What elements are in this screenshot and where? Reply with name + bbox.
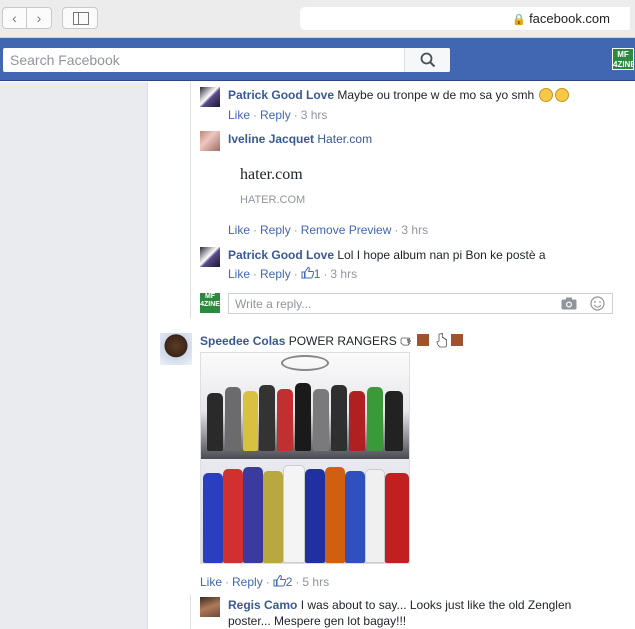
search-icon	[420, 52, 436, 68]
url-text: facebook.com	[529, 11, 610, 26]
chevron-right-icon: ›	[36, 10, 42, 26]
comment-author[interactable]: Patrick Good Love	[228, 248, 334, 262]
reply-link[interactable]: Reply	[232, 575, 263, 589]
search-button[interactable]	[404, 48, 450, 72]
thumbs-up-icon	[273, 574, 286, 587]
comment-author[interactable]: Regis Camo	[228, 598, 297, 612]
photo-bottom-panel	[201, 459, 409, 563]
comment-text: POWER RANGERS	[288, 334, 397, 348]
camera-icon[interactable]	[561, 297, 577, 310]
avatar: MF 4ZINE	[200, 293, 220, 313]
pointing-hand-icon	[400, 337, 411, 346]
comment-timestamp[interactable]: 3 hrs	[401, 223, 428, 237]
remove-preview-link[interactable]: Remove Preview	[301, 223, 392, 237]
like-count[interactable]: 1	[301, 266, 320, 281]
comment-timestamp[interactable]: 5 hrs	[302, 575, 329, 589]
like-count[interactable]: 2	[273, 574, 292, 589]
back-button[interactable]: ‹	[2, 7, 27, 29]
pointing-hand-icon	[436, 333, 448, 348]
comment-author[interactable]: Patrick Good Love	[228, 88, 334, 102]
address-bar[interactable]: 🔒 facebook.com	[300, 7, 630, 30]
facebook-header: MF 4ZINE	[0, 38, 635, 81]
comment: Patrick Good Love Lol I hope album nan p…	[228, 247, 546, 263]
reply-link[interactable]: Reply	[260, 267, 291, 281]
band-logo-icon	[281, 355, 329, 371]
laughing-emoji-icon	[555, 88, 570, 102]
sidebar-toggle-button[interactable]	[62, 7, 98, 29]
comment: Speedee Colas POWER RANGERS	[200, 333, 465, 349]
comment-text: Lol I hope album nan pi Bon ke postè a	[337, 248, 546, 262]
comment-text-continued: poster... Mespere gen lot bagay!!!	[228, 614, 407, 628]
comment-author[interactable]: Iveline Jacquet	[228, 132, 314, 146]
comment-link[interactable]: Hater.com	[317, 132, 372, 146]
left-gutter	[0, 82, 148, 629]
reply-input[interactable]	[229, 294, 549, 313]
reply-box	[228, 293, 613, 314]
comment-timestamp[interactable]: 3 hrs	[330, 267, 357, 281]
comment-author[interactable]: Speedee Colas	[200, 334, 285, 348]
link-preview-domain: HATER.COM	[240, 194, 306, 206]
emoji-skin-tone-icon	[451, 334, 464, 346]
lock-icon: 🔒	[512, 14, 527, 26]
comment-actions: Like · Reply · Remove Preview · 3 hrs	[228, 223, 429, 237]
url-display: 🔒 facebook.com	[512, 11, 610, 26]
comment-text: Maybe ou tronpe w de mo sa yo smh	[337, 88, 535, 102]
comment: Patrick Good Love Maybe ou tronpe w de m…	[228, 87, 570, 103]
like-link[interactable]: Like	[228, 267, 250, 281]
reply-link[interactable]: Reply	[260, 223, 291, 237]
browser-toolbar: ‹ › 🔒 facebook.com	[0, 0, 635, 38]
like-link[interactable]: Like	[200, 575, 222, 589]
avatar[interactable]	[200, 131, 220, 151]
comment: Iveline Jacquet Hater.com	[228, 131, 372, 147]
comment-text: I was about to say... Looks just like th…	[300, 598, 572, 612]
profile-avatar[interactable]: MF 4ZINE	[612, 48, 634, 70]
reply-thread-line	[190, 82, 191, 318]
comment-actions: Like · Reply · 2 · 5 hrs	[200, 574, 330, 589]
search-bar	[3, 48, 450, 72]
avatar[interactable]	[200, 247, 220, 267]
post-photo[interactable]	[200, 352, 410, 564]
comment-actions: Like · Reply · 3 hrs	[228, 108, 328, 122]
emoji-icon[interactable]	[590, 296, 605, 311]
reply-link[interactable]: Reply	[260, 108, 291, 122]
search-input[interactable]	[3, 48, 403, 72]
chevron-left-icon: ‹	[12, 10, 17, 26]
comment-actions: Like · Reply · 1 · 3 hrs	[228, 266, 358, 281]
photo-top-panel	[201, 353, 409, 459]
comment: Regis Camo I was about to say... Looks j…	[228, 597, 571, 613]
thumbs-up-icon	[301, 266, 314, 279]
laughing-emoji-icon	[539, 88, 554, 102]
link-preview-title[interactable]: hater.com	[240, 166, 303, 184]
like-link[interactable]: Like	[228, 223, 250, 237]
like-link[interactable]: Like	[228, 108, 250, 122]
forward-button[interactable]: ›	[27, 7, 52, 29]
avatar[interactable]	[200, 87, 220, 107]
comment-timestamp[interactable]: 3 hrs	[301, 108, 328, 122]
emoji-skin-tone-icon	[417, 334, 430, 346]
avatar[interactable]	[160, 333, 192, 365]
avatar[interactable]	[200, 597, 220, 617]
sidebar-icon	[73, 12, 89, 25]
reply-thread-line	[190, 595, 191, 629]
